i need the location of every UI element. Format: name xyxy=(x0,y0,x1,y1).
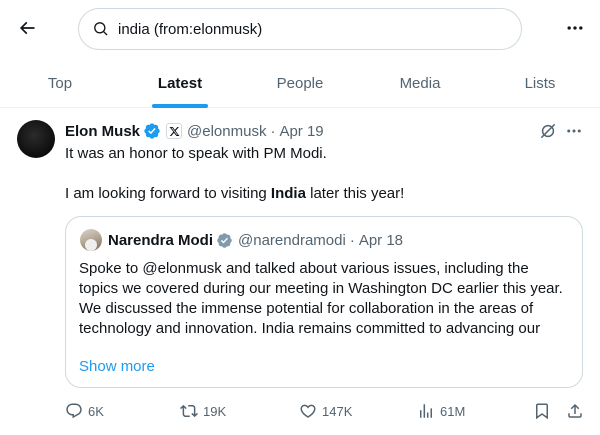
author-name[interactable]: Elon Musk xyxy=(65,123,140,140)
views-count: 61M xyxy=(440,403,466,419)
tab-lists[interactable]: Lists xyxy=(480,58,600,108)
search-input[interactable]: india (from:elonmusk) xyxy=(78,8,522,50)
more-icon xyxy=(567,129,581,133)
share-icon xyxy=(568,403,582,418)
share-button[interactable] xyxy=(566,400,584,422)
author-handle[interactable]: @elonmusk xyxy=(187,123,266,140)
separator-dot: · xyxy=(270,122,276,140)
search-header: india (from:elonmusk) Top Latest People … xyxy=(0,0,600,108)
tab-label: Lists xyxy=(524,74,556,92)
reply-icon xyxy=(66,403,82,419)
tab-people[interactable]: People xyxy=(240,58,360,108)
quoted-author-name: Narendra Modi xyxy=(108,231,214,249)
more-icon xyxy=(567,26,583,30)
tweet-date[interactable]: Apr 19 xyxy=(279,123,323,140)
quoted-tweet-date: Apr 18 xyxy=(358,231,404,249)
tab-label: Media xyxy=(399,74,441,92)
views-button[interactable]: 61M xyxy=(417,400,465,422)
tab-label: Top xyxy=(47,74,73,92)
search-query[interactable]: india (from:elonmusk) xyxy=(118,21,262,38)
like-button[interactable]: 147K xyxy=(299,400,352,422)
show-more-link[interactable]: Show more xyxy=(79,358,155,375)
more-options-button[interactable] xyxy=(561,14,589,42)
reply-button[interactable]: 6K xyxy=(65,400,104,422)
tweet[interactable]: Elon Musk @elonmusk · Apr 19 It was an h… xyxy=(0,108,600,435)
tab-top[interactable]: Top xyxy=(0,58,120,108)
separator-dot: · xyxy=(349,231,355,249)
bookmark-button[interactable] xyxy=(533,400,551,422)
repost-button[interactable]: 19K xyxy=(180,400,226,422)
back-arrow-icon xyxy=(19,21,35,35)
grok-icon xyxy=(541,124,555,138)
tab-latest[interactable]: Latest xyxy=(120,58,240,108)
like-icon xyxy=(300,404,316,418)
text-segment: I am looking forward to visiting xyxy=(65,185,271,202)
tab-media[interactable]: Media xyxy=(360,58,480,108)
quoted-author-handle: @narendramodi xyxy=(238,231,346,249)
quoted-tweet-header: Narendra Modi @narendramodi · Apr 18 xyxy=(80,229,403,251)
avatar xyxy=(80,229,102,251)
back-button[interactable] xyxy=(14,15,40,41)
quoted-tweet-text: Spoke to @elonmusk and talked about vari… xyxy=(79,260,563,337)
tweet-actions: 6K 19K 147K 61M xyxy=(0,400,600,422)
views-icon xyxy=(420,404,432,418)
quoted-tweet[interactable]: Narendra Modi @narendramodi · Apr 18 Spo… xyxy=(65,216,583,388)
avatar[interactable] xyxy=(17,120,55,158)
verified-badge-icon xyxy=(216,232,233,249)
text-segment: later this year! xyxy=(305,185,405,202)
tweet-header: Elon Musk @elonmusk · Apr 19 xyxy=(65,121,324,141)
search-tabs: Top Latest People Media Lists xyxy=(0,58,600,108)
tab-label: People xyxy=(276,74,324,92)
tweet-more-button[interactable] xyxy=(564,121,584,141)
repost-count: 19K xyxy=(203,403,227,419)
tweet-text-line: I am looking forward to visiting India l… xyxy=(65,184,583,204)
reply-count: 6K xyxy=(88,403,104,419)
highlight-term: India xyxy=(270,185,306,202)
repost-icon xyxy=(180,404,198,418)
verified-badge-icon[interactable] xyxy=(143,122,161,140)
like-count: 147K xyxy=(322,403,353,419)
search-icon xyxy=(94,22,108,36)
tweet-text: It was an honor to speak with PM Modi. I… xyxy=(65,144,583,204)
x-logo-icon[interactable] xyxy=(166,123,183,139)
bookmark-icon xyxy=(536,403,548,420)
tweet-text-line: It was an honor to speak with PM Modi. xyxy=(65,145,327,162)
grok-button[interactable] xyxy=(538,121,558,141)
tab-label: Latest xyxy=(157,74,203,92)
